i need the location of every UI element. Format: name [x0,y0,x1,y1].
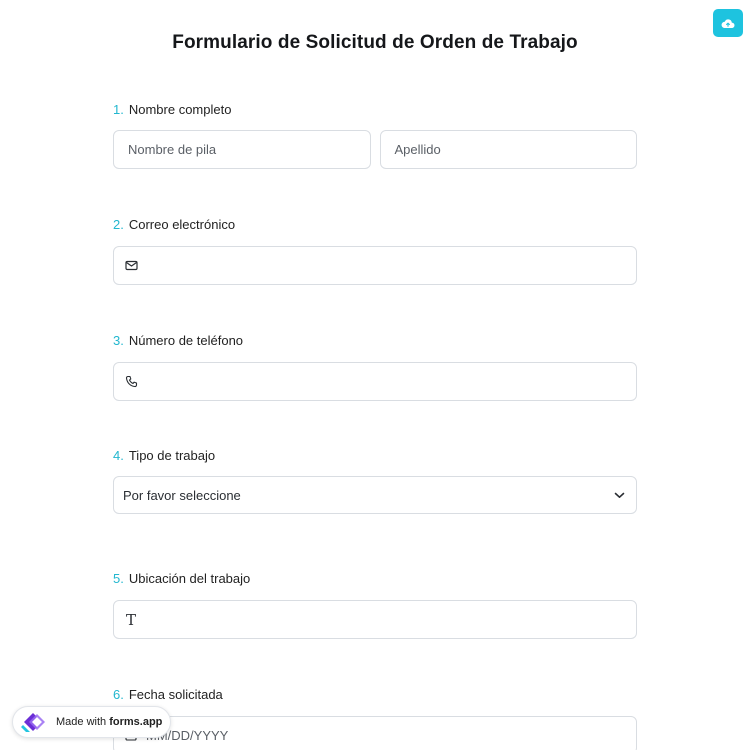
first-name-input[interactable]: Nombre de pila [113,130,371,169]
phone-icon [124,375,138,389]
mail-icon [124,259,138,273]
question-label: 2. Correo electrónico [113,216,637,234]
first-name-placeholder: Nombre de pila [128,142,217,157]
question-text: Tipo de trabajo [128,448,216,463]
question-job-location: 5. Ubicación del trabajo T [113,570,637,639]
question-job-type: 4. Tipo de trabajo Por favor seleccione [113,447,637,514]
question-full-name: 1. Nombre completo Nombre de pila Apellid… [113,101,637,169]
job-type-selected-value: Por favor seleccione [123,487,241,503]
question-text: Fecha solicitada [128,687,223,702]
question-email: 2. Correo electrónico [113,216,637,285]
question-number: 6. [113,687,124,702]
question-text: Ubicación del trabajo [128,571,251,586]
question-number: 1. [113,102,124,117]
question-label: 5. Ubicación del trabajo [113,570,637,588]
last-name-input[interactable]: Apellido [379,130,637,169]
question-text: Nombre completo [128,102,232,117]
question-text: Número de teléfono [128,333,244,348]
question-text: Correo electrónico [128,217,236,232]
question-label: 4. Tipo de trabajo [113,447,637,465]
chevron-down-icon [612,488,626,502]
question-label: 3. Número de teléfono [113,332,637,350]
question-label: 1. Nombre completo [113,101,637,119]
job-type-select[interactable]: Por favor seleccione [113,476,637,514]
question-requested-date: 6. Fecha solicitada MM/DD/YYYY [113,686,637,750]
question-number: 4. [113,448,124,463]
made-with-badge[interactable]: Made with forms.app [12,706,171,738]
text-icon: T [125,610,136,629]
question-number: 2. [113,217,124,232]
phone-field[interactable] [113,362,637,401]
question-number: 5. [113,571,124,586]
page-title: Formulario de Solicitud de Orden de Trab… [172,32,578,53]
question-label: 6. Fecha solicitada [113,686,637,704]
date-field[interactable]: MM/DD/YYYY [113,716,637,750]
question-phone: 3. Número de teléfono [113,332,637,401]
job-location-field[interactable]: T [113,600,637,639]
badge-text: Made with forms.app [56,716,163,728]
question-number: 3. [113,333,124,348]
email-field[interactable] [113,246,637,285]
forms-app-logo-icon [21,713,45,732]
last-name-placeholder: Apellido [394,142,441,157]
cloud-upload-icon [721,18,735,28]
